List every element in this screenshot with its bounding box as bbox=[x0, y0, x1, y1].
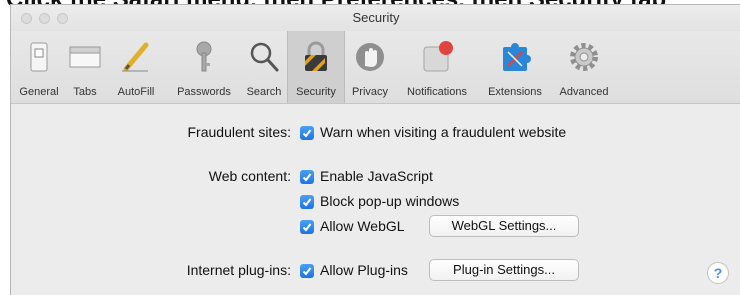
checkmark-icon bbox=[302, 129, 312, 138]
allow-webgl-checkbox[interactable] bbox=[300, 220, 314, 234]
web-content-label: Web content: bbox=[208, 168, 291, 184]
enable-javascript-checkbox[interactable] bbox=[300, 170, 314, 184]
title-bar: Security bbox=[11, 5, 740, 31]
tab-notifications-label: Notifications bbox=[407, 86, 467, 98]
block-popups-text: Block pop-up windows bbox=[320, 193, 460, 209]
allow-plugins-checkbox[interactable] bbox=[300, 264, 314, 278]
enable-javascript-text: Enable JavaScript bbox=[320, 168, 433, 184]
security-settings-panel: Fraudulent sites: Warn when visiting a f… bbox=[11, 104, 740, 294]
checkmark-icon bbox=[302, 223, 312, 232]
key-icon bbox=[196, 41, 212, 72]
tab-autofill-label: AutoFill bbox=[117, 86, 155, 98]
preferences-toolbar: General Tabs AutoFill Passwords Search S… bbox=[11, 31, 740, 104]
search-icon bbox=[250, 42, 279, 72]
internet-plugins-label: Internet plug-ins: bbox=[186, 262, 291, 278]
tab-advanced[interactable]: Advanced bbox=[551, 31, 617, 103]
tab-autofill[interactable]: AutoFill bbox=[105, 31, 167, 103]
checkmark-icon bbox=[302, 198, 312, 207]
tab-extensions-label: Extensions bbox=[488, 86, 542, 98]
plugin-settings-button[interactable]: Plug-in Settings... bbox=[429, 259, 579, 281]
window-title: Security bbox=[352, 10, 400, 25]
webgl-settings-button[interactable]: WebGL Settings... bbox=[429, 215, 579, 237]
tab-search-label: Search bbox=[246, 86, 282, 98]
tab-search[interactable]: Search bbox=[241, 31, 287, 103]
notification-badge-icon bbox=[423, 41, 453, 72]
fraudulent-warning-checkbox[interactable] bbox=[300, 126, 314, 140]
tab-passwords-label: Passwords bbox=[177, 86, 231, 98]
help-button[interactable]: ? bbox=[707, 262, 729, 284]
tab-extensions[interactable]: Extensions bbox=[479, 31, 551, 103]
padlock-icon bbox=[305, 41, 327, 71]
tab-security-label: Security bbox=[296, 86, 336, 98]
allow-webgl-text: Allow WebGL bbox=[320, 218, 405, 234]
tabs-icon bbox=[69, 46, 101, 68]
allow-plugins-text: Allow Plug-ins bbox=[320, 262, 408, 278]
tab-privacy[interactable]: Privacy bbox=[345, 31, 395, 103]
checkmark-icon bbox=[302, 173, 312, 182]
tab-privacy-label: Privacy bbox=[351, 86, 389, 98]
fraudulent-warning-text: Warn when visiting a fraudulent website bbox=[320, 124, 567, 140]
tab-general-label: General bbox=[19, 86, 59, 98]
tab-notifications[interactable]: Notifications bbox=[395, 31, 479, 103]
block-popups-checkbox[interactable] bbox=[300, 195, 314, 209]
hand-icon bbox=[356, 43, 384, 71]
preferences-window: Security General Tabs AutoFill Passwords… bbox=[10, 4, 740, 295]
tab-security[interactable]: Security bbox=[287, 31, 345, 103]
gear-icon bbox=[570, 43, 598, 71]
tab-tabs[interactable]: Tabs bbox=[65, 31, 105, 103]
puzzle-icon bbox=[503, 43, 531, 71]
checkmark-icon bbox=[302, 267, 312, 276]
tab-tabs-label: Tabs bbox=[73, 86, 97, 98]
general-switch-icon bbox=[30, 42, 48, 72]
tab-advanced-label: Advanced bbox=[559, 86, 609, 98]
tab-general[interactable]: General bbox=[13, 31, 65, 103]
tab-passwords[interactable]: Passwords bbox=[167, 31, 241, 103]
fraudulent-sites-label: Fraudulent sites: bbox=[187, 124, 292, 140]
pencil-icon bbox=[122, 42, 149, 72]
